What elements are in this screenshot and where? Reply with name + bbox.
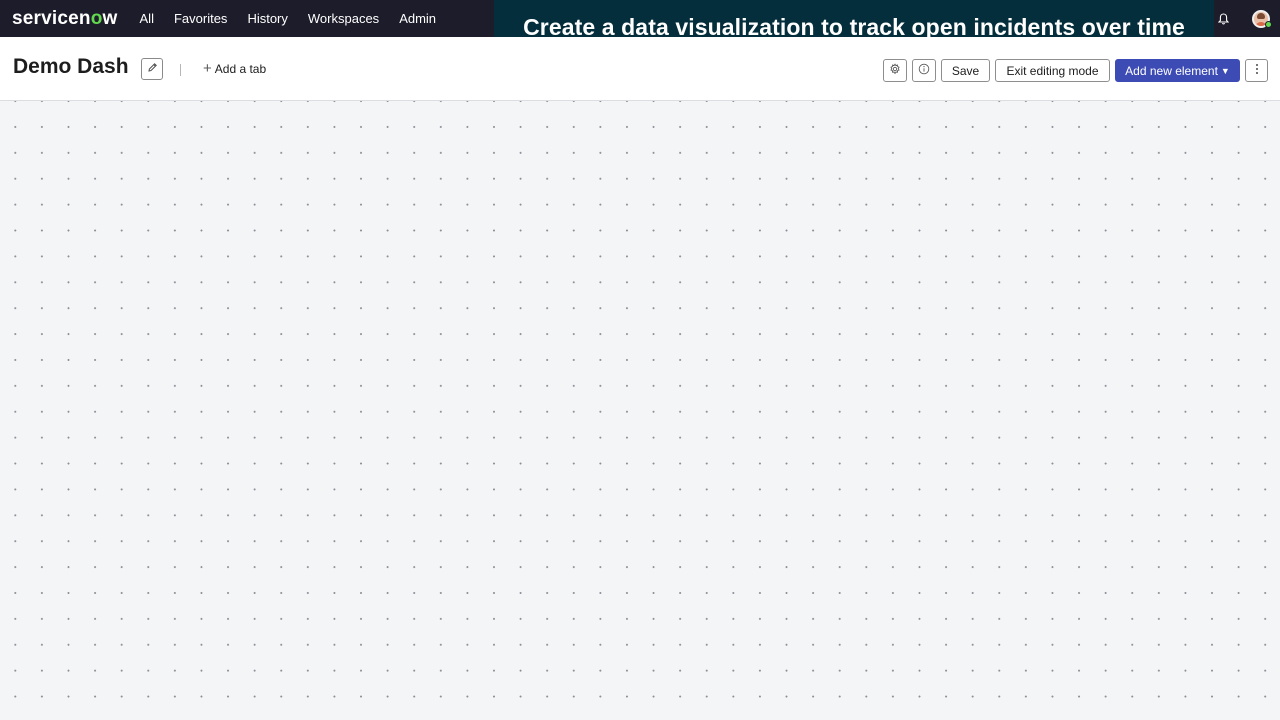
settings-button[interactable]	[883, 59, 907, 82]
nav-item-all[interactable]: All	[140, 0, 154, 37]
pencil-icon	[147, 60, 158, 78]
info-icon	[918, 63, 930, 78]
add-tab-button[interactable]: + Add a tab	[203, 60, 267, 77]
nav-item-workspaces[interactable]: Workspaces	[308, 0, 379, 37]
caret-down-icon: ▼	[1220, 65, 1230, 76]
divider	[180, 64, 181, 76]
nav-item-favorites[interactable]: Favorites	[174, 0, 227, 37]
more-options-button[interactable]	[1245, 59, 1268, 82]
bell-icon[interactable]	[1216, 12, 1230, 26]
gear-icon	[889, 63, 901, 78]
nav-item-admin[interactable]: Admin	[399, 0, 436, 37]
nav-item-history[interactable]: History	[247, 0, 287, 37]
servicenow-logo[interactable]: servicenow	[12, 0, 118, 37]
edit-title-button[interactable]	[141, 58, 163, 80]
nav-right	[1216, 0, 1270, 37]
info-button[interactable]	[912, 59, 936, 82]
add-tab-label: Add a tab	[214, 62, 267, 76]
add-new-element-button[interactable]: Add new element ▼	[1115, 59, 1240, 82]
add-new-element-label: Add new element	[1125, 63, 1218, 78]
presence-indicator	[1265, 21, 1272, 28]
page-title: Demo Dash	[13, 55, 129, 78]
dashboard-canvas[interactable]	[0, 101, 1280, 720]
exit-editing-button[interactable]: Exit editing mode	[995, 59, 1110, 82]
plus-icon: +	[203, 60, 212, 77]
kebab-icon	[1255, 63, 1259, 78]
save-button[interactable]: Save	[941, 59, 990, 82]
dashboard-header: Demo Dash + Add a tab Save Exit editing …	[0, 37, 1280, 101]
